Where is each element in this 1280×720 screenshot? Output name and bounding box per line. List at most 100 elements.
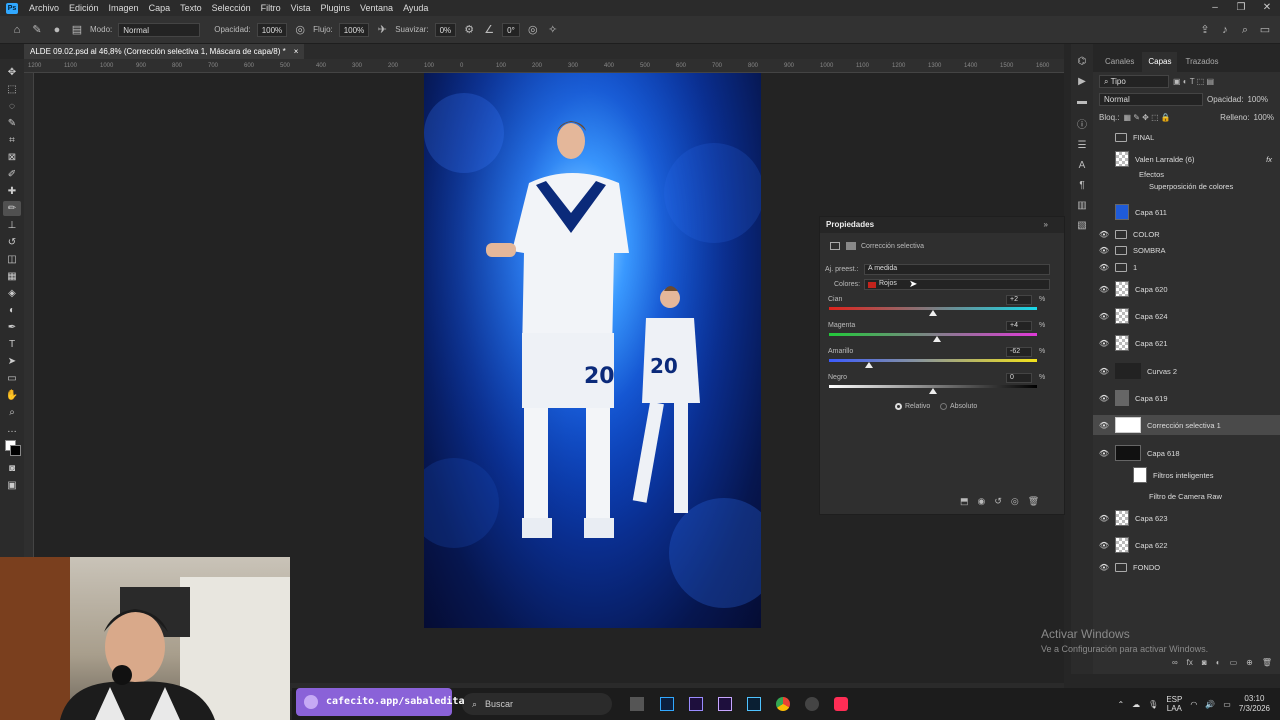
zoom-tool-icon[interactable]: ⌕ [3, 405, 21, 420]
eye-icon[interactable]: 👁 [1093, 230, 1115, 239]
brush-preset-icon[interactable]: ● [50, 23, 64, 37]
layer-capa-621[interactable]: 👁 Capa 621 [1093, 333, 1280, 353]
filter-icons[interactable]: ▣ ◐ T ⬚ ▤ [1173, 77, 1214, 86]
airbrush-icon[interactable]: ✈ [375, 23, 389, 37]
eye-icon[interactable]: 👁 [1093, 263, 1115, 272]
brush-settings-icon[interactable]: ▤ [70, 23, 84, 37]
magenta-slider-thumb[interactable] [933, 336, 942, 342]
layer-group-1[interactable]: 👁 1 [1093, 257, 1280, 277]
eye-icon[interactable]: 👁 [1093, 285, 1115, 294]
add-style-icon[interactable]: fx [1187, 658, 1193, 674]
slider-value-cian[interactable]: +2 [1006, 295, 1032, 305]
layer-correccion-selectiva-1[interactable]: 👁 Corrección selectiva 1 [1093, 415, 1280, 435]
notifications-icon[interactable]: ♪ [1218, 23, 1232, 37]
slider-value-negro[interactable]: 0 [1006, 373, 1032, 383]
layer-opacity-value[interactable]: 100% [1247, 95, 1267, 104]
menu-edicion[interactable]: Edición [64, 3, 104, 13]
eye-icon[interactable]: 👁 [1093, 421, 1115, 430]
link-layers-icon[interactable]: ∞ [1172, 658, 1178, 674]
menu-capa[interactable]: Capa [144, 3, 176, 13]
reset-icon[interactable]: ↺ [994, 496, 1002, 507]
home-icon[interactable]: ⌂ [10, 23, 24, 37]
layer-filter-select[interactable]: ⌕ Tipo [1099, 74, 1169, 88]
document-tab[interactable]: ALDE 09.02.psd al 46,8% (Corrección sele… [24, 44, 305, 59]
layer-capa-619[interactable]: 👁 Capa 619 [1093, 388, 1280, 408]
menu-seleccion[interactable]: Selección [207, 3, 256, 13]
clock[interactable]: 03:10 7/3/2026 [1239, 694, 1270, 714]
file-explorer-icon[interactable] [630, 697, 644, 711]
negro-slider-thumb[interactable] [929, 388, 937, 394]
volume-icon[interactable]: 🔊 [1205, 700, 1215, 709]
symmetry-icon[interactable]: ✧ [546, 23, 560, 37]
delete-layer-icon[interactable]: 🗑 [1262, 658, 1272, 674]
maximize-icon[interactable]: ❐ [1228, 0, 1254, 16]
adjustments-icon[interactable]: ☰ [1078, 140, 1087, 151]
close-tab-icon[interactable]: × [294, 44, 299, 59]
smooth-input[interactable]: 0% [434, 22, 457, 37]
gradient-tool-icon[interactable]: ▦ [3, 269, 21, 284]
view-previous-icon[interactable]: ◉ [978, 496, 986, 507]
color-swatches-icon[interactable] [3, 439, 21, 459]
eye-icon[interactable]: 👁 [1093, 449, 1115, 458]
eye-icon[interactable]: 👁 [1093, 246, 1115, 255]
layer-capa-618[interactable]: 👁 Capa 618 [1093, 443, 1280, 463]
eye-icon[interactable]: 👁 [1093, 339, 1115, 348]
opacity-input[interactable]: 100% [256, 22, 288, 37]
language-indicator[interactable]: ESP LAA [1166, 695, 1182, 713]
mode-select[interactable]: Normal [118, 22, 201, 37]
lightroom-icon[interactable] [747, 697, 761, 711]
layer-fondo[interactable]: 👁 FONDO [1093, 557, 1280, 577]
tab-trazados[interactable]: Trazados [1179, 52, 1224, 72]
screen-mode-icon[interactable]: ▣ [3, 478, 21, 493]
menu-plugins[interactable]: Plugins [316, 3, 356, 13]
hand-tool-icon[interactable]: ✋ [3, 388, 21, 403]
eye-icon[interactable]: 👁 [1093, 563, 1115, 572]
layer-capa-622[interactable]: 👁 Capa 622 [1093, 535, 1280, 555]
path-select-tool-icon[interactable]: ➤ [3, 354, 21, 369]
add-mask-icon[interactable]: ◙ [1202, 658, 1207, 674]
after-effects-icon[interactable] [718, 697, 732, 711]
layer-final[interactable]: FINAL [1093, 127, 1280, 147]
libraries-icon[interactable]: ▥ [1077, 200, 1086, 211]
workspace-icon[interactable]: ▭ [1258, 23, 1272, 37]
eyedropper-tool-icon[interactable]: ✐ [3, 167, 21, 182]
fill-value[interactable]: 100% [1254, 113, 1274, 122]
healing-tool-icon[interactable]: ✚ [3, 184, 21, 199]
new-layer-icon[interactable]: ⊕ [1246, 658, 1253, 674]
history-brush-tool-icon[interactable]: ↺ [3, 235, 21, 250]
layer-camera-raw-filter[interactable]: Filtro de Camera Raw [1093, 490, 1280, 502]
new-adjustment-icon[interactable]: ◐ [1216, 658, 1221, 674]
info-icon[interactable]: ⓘ [1077, 116, 1087, 131]
tray-cloud-icon[interactable]: ☁ [1132, 700, 1140, 709]
eye-icon[interactable]: 👁 [1093, 367, 1115, 376]
layer-effect-color-overlay[interactable]: Superposición de colores [1093, 180, 1280, 192]
app-icon[interactable] [805, 697, 819, 711]
clone-stamp-tool-icon[interactable]: ⊥ [3, 218, 21, 233]
layer-valen-larralde[interactable]: Valen Larralde (6) fx [1093, 149, 1280, 169]
fx-icon[interactable]: fx [1266, 155, 1272, 164]
brush-tool-icon-selected[interactable]: ✏ [3, 201, 21, 216]
menu-imagen[interactable]: Imagen [104, 3, 144, 13]
eye-icon[interactable]: 👁 [1093, 514, 1115, 523]
layer-smart-filters[interactable]: Filtros inteligentes [1093, 467, 1280, 483]
preset-select[interactable]: A medida [864, 264, 1050, 275]
search-icon[interactable]: ⌕ [1238, 23, 1252, 37]
tab-capas[interactable]: Capas [1142, 52, 1178, 72]
artwork-canvas-image[interactable]: 20 20 [424, 73, 761, 628]
blend-mode-select[interactable]: Normal [1099, 92, 1203, 106]
history-icon[interactable]: ⌬ [1078, 56, 1087, 67]
chrome-icon[interactable] [776, 697, 790, 711]
quick-mask-icon[interactable]: ◙ [3, 461, 21, 476]
menu-archivo[interactable]: Archivo [24, 3, 64, 13]
layer-comps-icon[interactable]: ▧ [1077, 220, 1086, 231]
play-icon[interactable]: ▶ [1078, 76, 1086, 87]
layer-capa-623[interactable]: 👁 Capa 623 [1093, 508, 1280, 528]
pressure-size-icon[interactable]: ◎ [526, 23, 540, 37]
angle-input[interactable]: 0° [502, 22, 520, 37]
crop-tool-icon[interactable]: ⌗ [3, 133, 21, 148]
layer-effects-row[interactable]: Efectos [1093, 168, 1280, 180]
collapse-panel-icon[interactable]: » [1044, 220, 1048, 229]
minimize-icon[interactable]: – [1202, 0, 1228, 16]
colors-select[interactable]: Rojos [864, 279, 1050, 290]
gear-icon[interactable]: ⚙ [462, 23, 476, 37]
